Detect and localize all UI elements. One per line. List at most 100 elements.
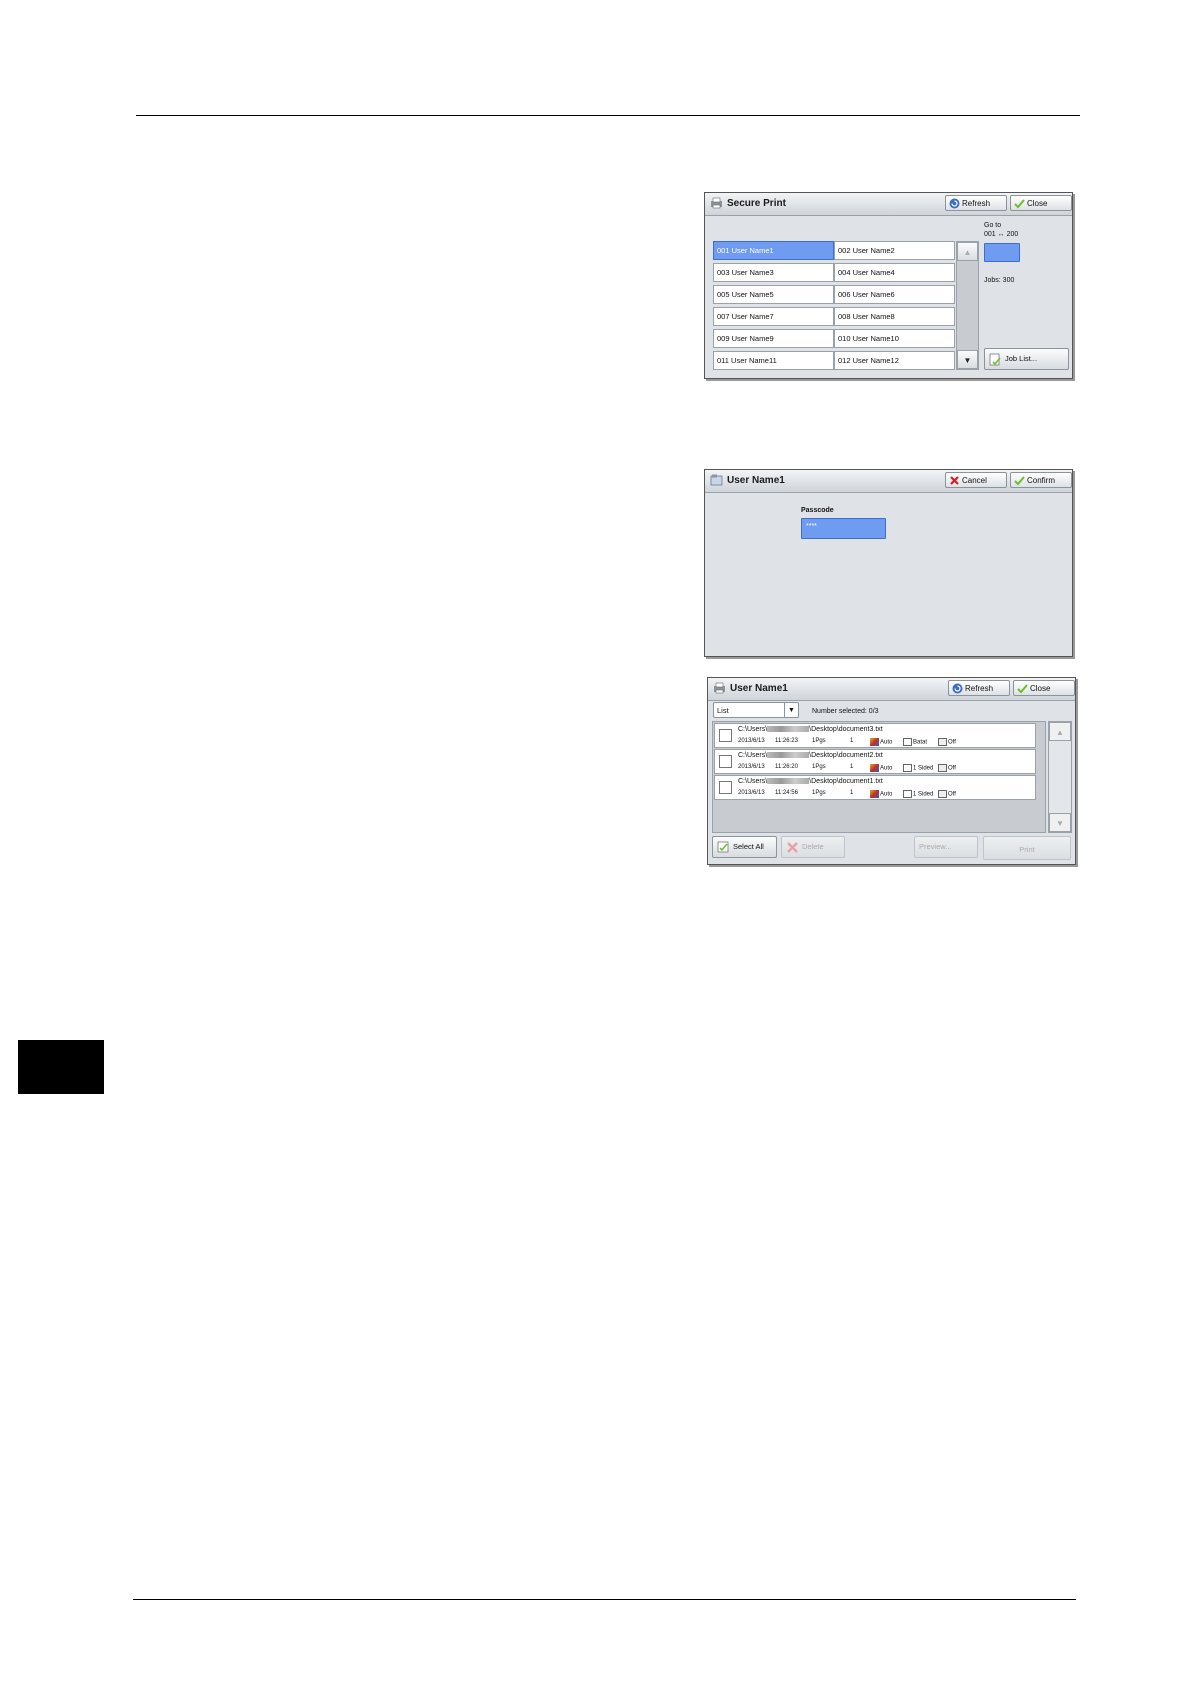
- user-item-012[interactable]: 012 User Name12: [834, 351, 955, 370]
- job-path: C:\Users\ \Desktop\document2.txt: [738, 752, 883, 759]
- secure-print-screen: Secure Print Refresh Close 001 User Name…: [704, 192, 1073, 379]
- user-item-011[interactable]: 011 User Name11: [713, 351, 834, 370]
- close-label: Close: [1027, 199, 1048, 208]
- user-item-002[interactable]: 002 User Name2: [834, 241, 955, 260]
- checkmark-icon: [1017, 684, 1028, 694]
- color-mode-icon: [870, 764, 879, 772]
- close-button[interactable]: Close: [1013, 680, 1075, 696]
- job-copies: 1: [850, 738, 854, 744]
- chapter-tab-marker: [18, 1040, 104, 1094]
- job-copies: 1: [850, 790, 854, 796]
- user-item-004[interactable]: 004 User Name4: [834, 263, 955, 282]
- user-item-009[interactable]: 009 User Name9: [713, 329, 834, 348]
- color-mode-icon: [870, 738, 879, 746]
- user-item-005[interactable]: 005 User Name5: [713, 285, 834, 304]
- passcode-screen: User Name1 Cancel Confirm Passcode ****: [704, 469, 1073, 657]
- refresh-icon: [952, 683, 963, 694]
- printer-icon: [714, 682, 725, 694]
- close-label: Close: [1030, 684, 1051, 693]
- job-color: Auto: [870, 790, 892, 798]
- preview-button[interactable]: Preview...: [914, 836, 978, 858]
- sided-icon: [903, 790, 912, 798]
- job-row-1[interactable]: C:\Users\ \Desktop\document3.txt 2013/6/1…: [714, 723, 1036, 748]
- goto-range: 001 ↔ 200: [984, 231, 1019, 238]
- job-list-scrollbar[interactable]: ▲ ▼: [1048, 721, 1072, 833]
- user-item-006[interactable]: 006 User Name6: [834, 285, 955, 304]
- job-checkbox[interactable]: [719, 729, 732, 742]
- select-all-button[interactable]: Select All: [712, 836, 777, 858]
- refresh-button[interactable]: Refresh: [945, 195, 1007, 211]
- job-path: C:\Users\ \Desktop\document1.txt: [738, 778, 883, 785]
- view-dropdown-value: List: [717, 706, 729, 715]
- refresh-button[interactable]: Refresh: [948, 680, 1010, 696]
- job-list-screen: User Name1 Refresh Close List ▼ Number s…: [707, 677, 1076, 865]
- job-pages: 1Pgs: [812, 738, 826, 744]
- select-all-label: Select All: [733, 842, 764, 851]
- job-time: 11:24:56: [775, 790, 798, 796]
- scroll-down-button[interactable]: ▼: [1049, 813, 1071, 832]
- job-pages: 1Pgs: [812, 790, 826, 796]
- staple-icon: [938, 790, 947, 798]
- passcode-field[interactable]: ****: [801, 518, 886, 539]
- job-staple: Off: [938, 738, 956, 746]
- job-pages: 1Pgs: [812, 764, 826, 770]
- job-time: 11:26:20: [775, 764, 798, 770]
- sided-icon: [903, 738, 912, 746]
- job-sided: 1 Sided: [903, 790, 933, 798]
- job-copies: 1: [850, 764, 854, 770]
- job-list-titlebar: User Name1 Refresh Close: [708, 678, 1075, 701]
- refresh-icon: [949, 198, 960, 209]
- job-color: Auto: [870, 764, 892, 772]
- user-item-010[interactable]: 010 User Name10: [834, 329, 955, 348]
- confirm-label: Confirm: [1027, 476, 1056, 485]
- passcode-label: Passcode: [801, 507, 834, 514]
- print-label: Print: [1019, 845, 1035, 854]
- goto-input[interactable]: [984, 243, 1020, 262]
- job-sided: 1 Sided: [903, 764, 933, 772]
- job-checkbox[interactable]: [719, 755, 732, 768]
- secure-print-titlebar: Secure Print Refresh Close: [705, 193, 1072, 216]
- cancel-label: Cancel: [962, 476, 987, 485]
- preview-label: Preview...: [919, 842, 952, 851]
- user-item-001[interactable]: 001 User Name1: [713, 241, 834, 260]
- scroll-down-button[interactable]: ▼: [957, 350, 978, 369]
- printer-icon: [711, 197, 722, 209]
- delete-label: Delete: [802, 842, 824, 851]
- print-button[interactable]: Print: [983, 836, 1071, 860]
- cancel-button[interactable]: Cancel: [945, 472, 1007, 488]
- checkmark-icon: [1014, 476, 1025, 486]
- job-date: 2013/6/13: [738, 764, 765, 770]
- jobs-count: Jobs: 300: [984, 277, 1015, 284]
- user-item-008[interactable]: 008 User Name8: [834, 307, 955, 326]
- close-button[interactable]: Close: [1010, 195, 1072, 211]
- user-list-scrollbar[interactable]: ▲ ▼: [956, 241, 979, 370]
- view-dropdown[interactable]: List ▼: [713, 702, 799, 718]
- secure-print-title: Secure Print: [727, 198, 786, 209]
- user-item-007[interactable]: 007 User Name7: [713, 307, 834, 326]
- scroll-up-button[interactable]: ▲: [1049, 722, 1071, 741]
- color-mode-icon: [870, 790, 879, 798]
- passcode-value: ****: [806, 523, 817, 530]
- delete-button[interactable]: Delete: [781, 836, 845, 858]
- job-list-button[interactable]: Job List...: [984, 348, 1069, 370]
- job-date: 2013/6/13: [738, 790, 765, 796]
- redacted-username: [767, 778, 810, 785]
- select-all-icon: [717, 841, 729, 853]
- confirm-button[interactable]: Confirm: [1010, 472, 1072, 488]
- job-list-screen-title: User Name1: [730, 683, 788, 694]
- job-sided: Batat: [903, 738, 927, 746]
- job-color: Auto: [870, 738, 892, 746]
- scroll-up-button[interactable]: ▲: [957, 242, 978, 261]
- job-list-label: Job List...: [1005, 354, 1038, 363]
- user-item-003[interactable]: 003 User Name3: [713, 263, 834, 282]
- job-row-3[interactable]: C:\Users\ \Desktop\document1.txt 2013/6/1…: [714, 775, 1036, 800]
- cancel-x-icon: [950, 476, 959, 485]
- job-staple: Off: [938, 764, 956, 772]
- job-row-2[interactable]: C:\Users\ \Desktop\document2.txt 2013/6/1…: [714, 749, 1036, 774]
- staple-icon: [938, 764, 947, 772]
- sided-icon: [903, 764, 912, 772]
- chevron-down-icon: ▼: [784, 703, 798, 717]
- user-box-icon: [710, 474, 723, 486]
- job-checkbox[interactable]: [719, 781, 732, 794]
- job-staple: Off: [938, 790, 956, 798]
